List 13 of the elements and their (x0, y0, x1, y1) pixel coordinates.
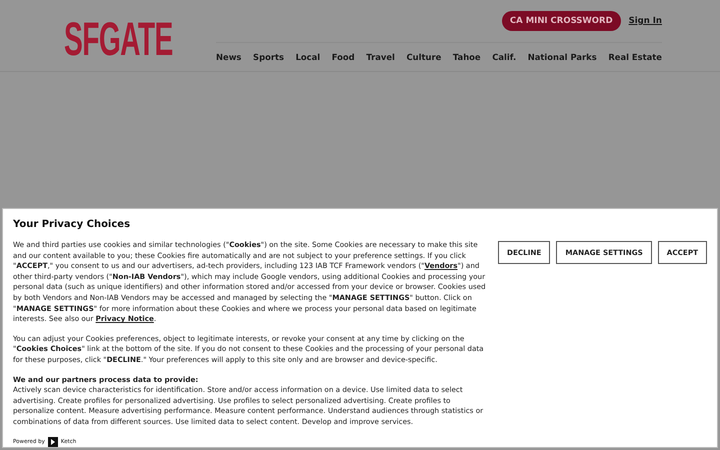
nav-link[interactable]: News (216, 52, 242, 62)
nav-link[interactable]: Culture (406, 52, 442, 62)
dialog-title: Your Privacy Choices (13, 219, 132, 230)
nav-link[interactable]: Sports (253, 52, 284, 62)
nav-link[interactable]: Local (296, 52, 320, 62)
nav-link[interactable]: Tahoe (452, 52, 481, 62)
nav-link[interactable]: Calif. (492, 52, 516, 62)
sign-in-link[interactable]: Sign In (628, 16, 662, 26)
crossword-button[interactable]: CA MINI CROSSWORD (502, 11, 621, 31)
nav-link[interactable]: Food (332, 52, 355, 62)
nav-link[interactable]: Travel (366, 52, 395, 62)
nav-link[interactable]: National Parks (528, 52, 597, 62)
nav-link[interactable]: Real Estate (608, 52, 662, 62)
